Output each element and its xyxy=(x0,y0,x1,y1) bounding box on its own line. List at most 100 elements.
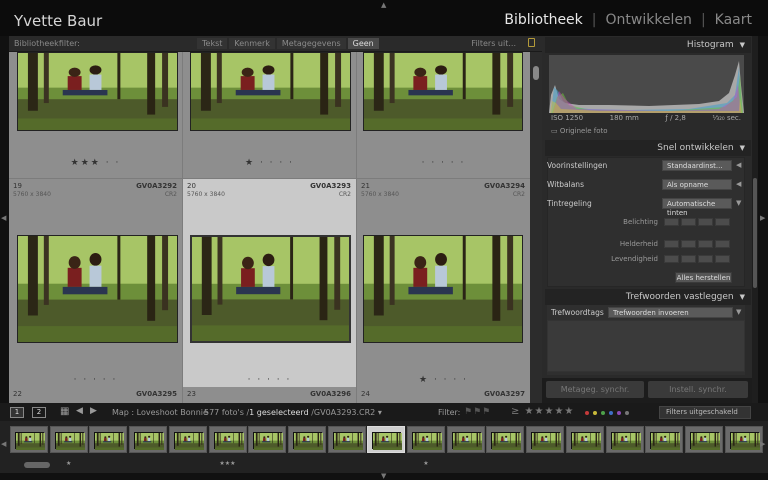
sync-metadata-button[interactable]: Metageg. synchr. xyxy=(546,381,644,398)
green-label-icon[interactable] xyxy=(601,411,605,415)
collapse-icon[interactable]: ▼ xyxy=(740,41,745,49)
keyword-tags-dropdown[interactable]: Trefwoorden invoeren xyxy=(608,307,733,318)
filmstrip-thumbnail[interactable] xyxy=(645,426,684,453)
expand-left-icon[interactable]: ◀ xyxy=(736,161,741,169)
auto-tone-button[interactable]: Automatische tinten xyxy=(662,198,732,217)
top-panel-toggle-icon[interactable]: ▲ xyxy=(381,1,386,9)
step-button[interactable] xyxy=(715,255,730,263)
collapse-down-icon[interactable]: ▼ xyxy=(736,308,741,316)
rating-stars[interactable]: ★★★ · · xyxy=(9,158,182,168)
collapse-icon[interactable]: ▼ xyxy=(740,293,745,301)
grid-cell[interactable]: 19 5760 x 3840 GV0A3292 CR2 · · · · · xyxy=(9,179,183,400)
filmstrip-thumbnail[interactable] xyxy=(129,426,168,453)
white-balance-dropdown[interactable]: Als opname xyxy=(662,179,732,190)
filmstrip-scrollbar-thumb[interactable] xyxy=(24,462,50,468)
photo-thumbnail[interactable] xyxy=(190,52,351,131)
step-button[interactable] xyxy=(664,240,679,248)
photo-thumbnail[interactable] xyxy=(17,52,178,131)
selected-filename[interactable]: /GV0A3293.CR2 ▾ xyxy=(311,408,382,417)
filmstrip-thumbnail[interactable] xyxy=(287,426,326,453)
photo-thumbnail[interactable] xyxy=(17,235,178,343)
reset-all-button[interactable]: Alles herstellen xyxy=(675,272,732,283)
step-button[interactable] xyxy=(698,255,713,263)
purple-label-icon[interactable] xyxy=(617,411,621,415)
step-button[interactable] xyxy=(664,218,679,226)
step-button[interactable] xyxy=(681,218,696,226)
color-label-filter[interactable] xyxy=(585,411,629,415)
step-button[interactable] xyxy=(681,255,696,263)
left-panel-toggle-icon[interactable]: ◀ xyxy=(1,214,6,222)
filmstrip-thumbnail[interactable]: ★ xyxy=(49,426,88,467)
secondary-window-button[interactable]: 2 xyxy=(32,407,46,418)
quick-develop-panel-header[interactable]: Snel ontwikkelen ▼ xyxy=(545,140,751,156)
source-indicator[interactable]: Map : Loveshoot Bonnie xyxy=(112,408,208,417)
grid-cell[interactable]: · · · · · xyxy=(357,52,530,179)
filmstrip-thumbnail[interactable] xyxy=(684,426,723,453)
filmstrip-thumbnail[interactable] xyxy=(486,426,525,453)
histogram-panel-header[interactable]: Histogram ▼ xyxy=(545,37,751,53)
filmstrip-thumbnail[interactable] xyxy=(446,426,485,453)
filter-preset-select[interactable]: Filters uitgeschakeld xyxy=(659,406,751,419)
primary-window-button[interactable]: 1 xyxy=(10,407,24,418)
photo-thumbnail[interactable] xyxy=(363,52,523,131)
filmstrip-left-icon[interactable]: ◀ xyxy=(1,440,6,448)
filter-option-attribute[interactable]: Kenmerk xyxy=(229,38,275,49)
grid-cell[interactable]: 22 GV0A3295 xyxy=(9,387,183,403)
collapse-icon[interactable]: ▼ xyxy=(740,144,745,152)
step-button[interactable] xyxy=(698,240,713,248)
filters-off-menu[interactable]: Filters uit... xyxy=(471,39,516,48)
clarity-stepper[interactable] xyxy=(664,240,730,248)
grid-cell[interactable]: ★ · · · · xyxy=(183,52,357,179)
grid-cell[interactable]: 23 GV0A3296 xyxy=(183,387,357,403)
filmstrip-thumbnail[interactable] xyxy=(605,426,644,453)
star-filter[interactable]: ≥ ★★★★★ xyxy=(511,406,574,417)
yellow-label-icon[interactable] xyxy=(593,411,597,415)
right-panel-scrollbar-thumb[interactable] xyxy=(753,178,757,288)
flag-filter-icon[interactable]: ⚑⚑⚑ xyxy=(464,407,491,417)
step-button[interactable] xyxy=(715,240,730,248)
gray-label-icon[interactable] xyxy=(625,411,629,415)
filmstrip-right-icon[interactable]: ▶ xyxy=(760,440,765,448)
red-label-icon[interactable] xyxy=(585,411,589,415)
grid-cell[interactable]: ★★★ · · xyxy=(9,52,183,179)
lock-icon[interactable] xyxy=(528,38,535,47)
right-panel-scrollbar[interactable] xyxy=(752,36,758,403)
filmstrip-thumbnail[interactable] xyxy=(10,426,48,453)
filmstrip-thumbnail[interactable] xyxy=(724,426,763,453)
filmstrip-thumbnail[interactable] xyxy=(327,426,366,453)
photo-thumbnail[interactable] xyxy=(363,235,523,343)
filter-option-text[interactable]: Tekst xyxy=(197,38,228,49)
grid-cell-selected[interactable]: 20 5760 x 3840 GV0A3293 CR2 · · · · · xyxy=(183,179,357,400)
grid-icon[interactable]: ▦ xyxy=(60,406,69,417)
grid-scrollbar-thumb[interactable] xyxy=(533,66,539,80)
forward-arrow-icon[interactable]: ▶ xyxy=(90,406,97,416)
rating-stars[interactable]: · · · · · xyxy=(9,375,182,385)
keyword-entry-area[interactable] xyxy=(547,320,745,372)
step-button[interactable] xyxy=(681,240,696,248)
grid-scrollbar[interactable] xyxy=(530,52,542,403)
collapse-down-icon[interactable]: ▼ xyxy=(736,199,741,207)
bottom-panel-toggle-icon[interactable]: ▼ xyxy=(381,472,386,480)
step-button[interactable] xyxy=(698,218,713,226)
filmstrip-thumbnail[interactable]: ★ xyxy=(407,426,445,467)
filmstrip-thumbnail[interactable] xyxy=(89,426,128,453)
module-map[interactable]: Kaart xyxy=(713,12,754,28)
expand-left-icon[interactable]: ◀ xyxy=(736,180,741,188)
rating-stars[interactable]: ★ · · · · xyxy=(357,375,530,385)
presets-dropdown[interactable]: Standaardinst... xyxy=(662,160,732,171)
filmstrip-thumbnail[interactable] xyxy=(248,426,287,453)
filmstrip-thumbnail[interactable] xyxy=(168,426,207,453)
filmstrip-thumbnail[interactable] xyxy=(526,426,565,453)
filter-option-none[interactable]: Geen xyxy=(347,38,379,49)
vibrance-stepper[interactable] xyxy=(664,255,730,263)
rating-stars[interactable]: · · · · · xyxy=(183,375,356,385)
rating-stars[interactable]: ★ · · · · xyxy=(183,158,356,168)
module-develop[interactable]: Ontwikkelen xyxy=(604,12,694,28)
blue-label-icon[interactable] xyxy=(609,411,613,415)
back-arrow-icon[interactable]: ◀ xyxy=(76,406,83,416)
sync-settings-button[interactable]: Instell. synchr. xyxy=(648,381,748,398)
grid-cell[interactable]: 21 5760 x 3840 GV0A3294 CR2 ★ · · · · xyxy=(357,179,530,400)
keywording-panel-header[interactable]: Trefwoorden vastleggen ▼ xyxy=(545,289,751,305)
step-button[interactable] xyxy=(664,255,679,263)
right-panel-toggle-icon[interactable]: ▶ xyxy=(760,214,765,222)
